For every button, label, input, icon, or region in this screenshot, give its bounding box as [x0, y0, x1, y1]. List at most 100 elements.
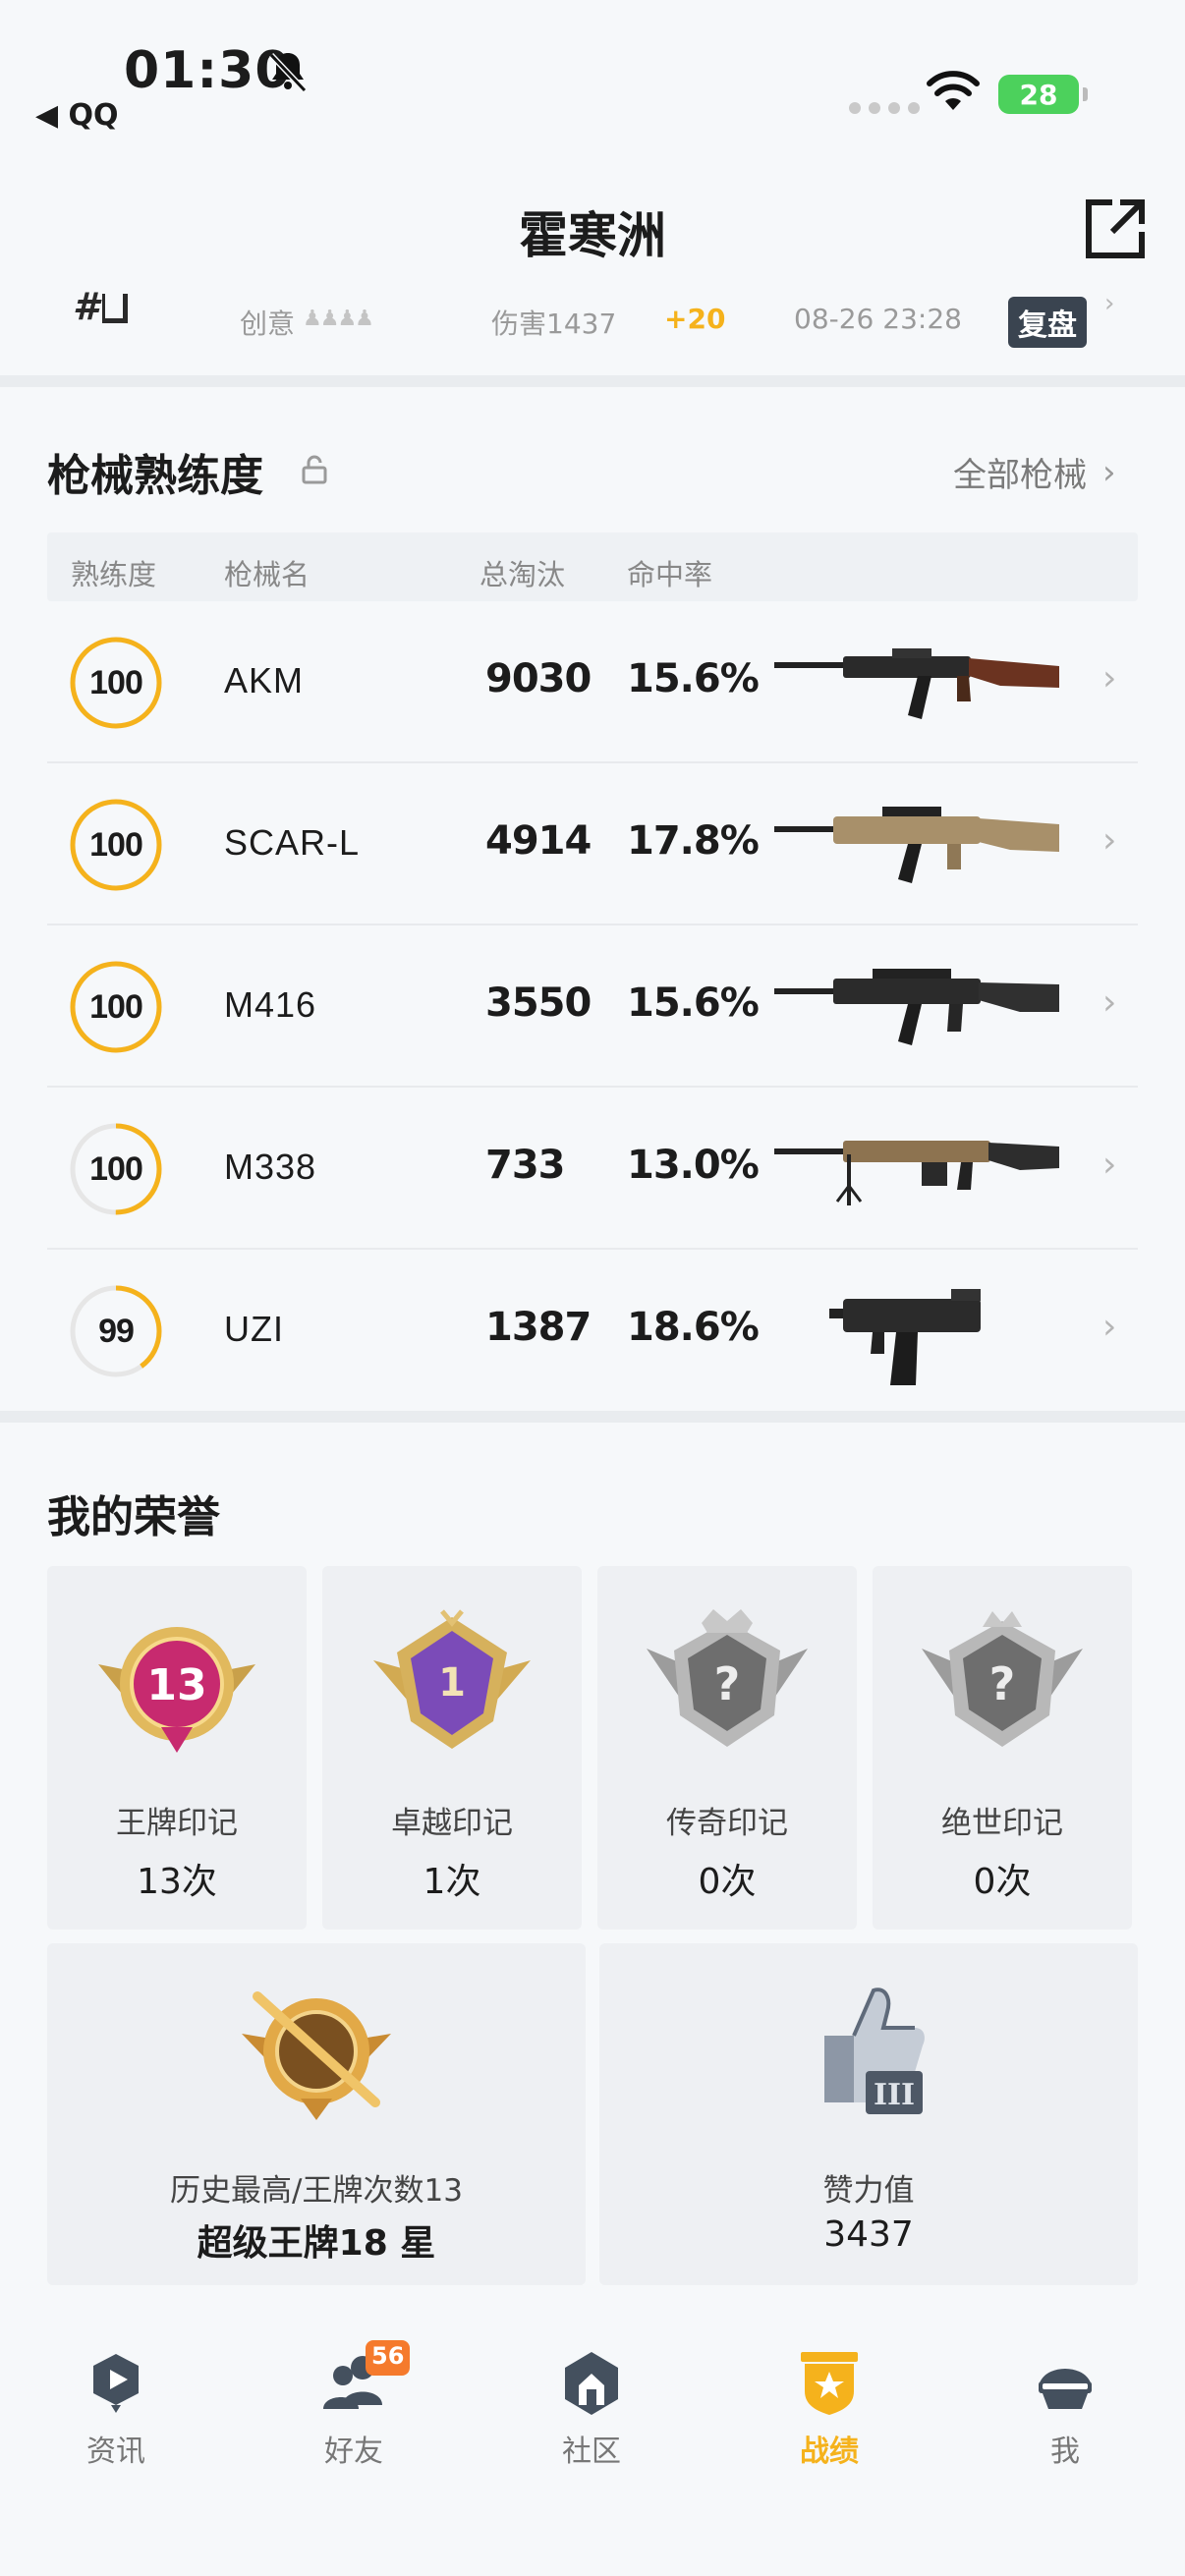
honor-card-legend[interactable]: ? 传奇印记 0次	[597, 1566, 857, 1930]
bell-muted-icon	[268, 52, 308, 93]
bottom-tab-bar: 资讯 好友 56 社区 战绩 我	[0, 2309, 1185, 2576]
tab-stats[interactable]: 战绩	[751, 2348, 908, 2470]
last-match-row[interactable]: # 创意 ♟♟♟♟ 伤害1437 +20 08-26 23:28 复盘 ›	[0, 285, 1185, 354]
stats-icon	[801, 2352, 858, 2415]
mastery-level: 100	[89, 663, 143, 701]
uzi-smg-icon	[829, 1289, 981, 1385]
chevron-right-icon: ›	[1102, 1145, 1117, 1185]
section-divider	[0, 375, 1185, 387]
weapon-row[interactable]: 100 M416 3550 15.6% ›	[47, 925, 1138, 1088]
chevron-right-icon: ›	[1102, 1307, 1117, 1347]
honor-value: 13次	[137, 1862, 217, 1902]
community-icon	[565, 2352, 618, 2415]
weapon-row[interactable]: 100 AKM 9030 15.6% ›	[47, 601, 1138, 763]
tab-label: 好友	[324, 2435, 383, 2469]
honor-card-history-best[interactable]: 历史最高/王牌次数13 超级王牌18 星	[47, 1943, 586, 2285]
weapon-table-header: 熟练度 枪械名 总淘汰 命中率	[47, 532, 1138, 601]
ace-badge-number: 13	[146, 1660, 206, 1710]
profile-helmet-icon	[1039, 2369, 1092, 2409]
tab-label: 我	[1050, 2435, 1080, 2469]
history-best-value: 超级王牌18 星	[197, 2223, 436, 2264]
mastery-level: 100	[89, 1149, 143, 1188]
history-best-label: 历史最高/王牌次数13	[170, 2173, 463, 2209]
legend-badge-text: ?	[714, 1657, 741, 1710]
honor-label: 王牌印记	[116, 1806, 238, 1841]
replay-button[interactable]: 复盘	[1008, 297, 1087, 348]
weapon-name: M338	[224, 1147, 317, 1187]
weapon-kills: 733	[485, 1143, 565, 1188]
page-title: 霍寒洲	[519, 207, 666, 264]
honor-card-peerless[interactable]: ? 绝世印记 0次	[873, 1566, 1132, 1930]
honor-card-likes[interactable]: III 赞力值 3437	[599, 1943, 1138, 2285]
peerless-badge-locked-icon: ?	[922, 1611, 1083, 1747]
weapon-hit-rate: 15.6%	[627, 980, 760, 1026]
honor-value: 1次	[423, 1862, 481, 1902]
honor-value: 0次	[973, 1862, 1032, 1902]
weapon-name: M416	[224, 984, 317, 1025]
tab-news[interactable]: 资讯	[37, 2348, 195, 2470]
team-members-icon: ♟♟♟♟	[303, 307, 374, 331]
tab-label: 资讯	[86, 2435, 145, 2469]
column-weapon-name: 枪械名	[224, 558, 310, 591]
chevron-right-icon: ›	[1102, 982, 1117, 1023]
weapon-kills: 9030	[485, 656, 592, 701]
m416-rifle-icon	[774, 969, 1059, 1045]
news-icon	[93, 2354, 139, 2413]
cellular-signal-icon	[849, 102, 920, 114]
match-mode: 创意	[240, 308, 296, 340]
thumbs-up-badge-icon: III	[824, 1988, 925, 2114]
tab-profile[interactable]: 我	[987, 2348, 1144, 2470]
lock-icon[interactable]	[301, 454, 328, 485]
weapon-row[interactable]: 100 M338 733 13.0% ›	[47, 1088, 1138, 1250]
akm-rifle-icon	[774, 648, 1059, 719]
legend-badge-locked-icon: ?	[647, 1609, 808, 1747]
section-divider	[0, 1411, 1185, 1423]
excellence-badge-icon: 1	[373, 1609, 531, 1749]
wifi-icon	[927, 71, 980, 110]
weapon-kills: 4914	[485, 818, 592, 864]
honor-card-excellence[interactable]: 1 卓越印记 1次	[322, 1566, 582, 1930]
super-ace-badge-icon	[242, 1991, 391, 2120]
column-mastery: 熟练度	[71, 558, 157, 591]
mastery-level: 100	[89, 987, 143, 1026]
back-to-app-link[interactable]: ◀ QQ	[35, 98, 119, 133]
match-rank: #	[73, 285, 129, 328]
weapon-name: SCAR-L	[224, 822, 361, 863]
excellence-badge-number: 1	[438, 1660, 466, 1706]
weapon-kills: 1387	[485, 1305, 592, 1350]
match-damage: 伤害1437	[491, 308, 617, 340]
tab-friends[interactable]: 好友 56	[275, 2340, 432, 2470]
column-hit-rate: 命中率	[627, 558, 713, 591]
honor-label: 绝世印记	[941, 1806, 1063, 1841]
mastery-level: 99	[98, 1312, 135, 1350]
weapon-row[interactable]: 100 SCAR-L 4914 17.8% ›	[47, 763, 1138, 925]
all-weapons-label: 全部枪械	[953, 456, 1087, 495]
match-score-change: +20	[664, 303, 726, 335]
honor-label: 传奇印记	[666, 1806, 788, 1841]
friends-count-badge: 56	[366, 2340, 411, 2376]
match-datetime: 08-26 23:28	[794, 303, 962, 335]
svg-text:III: III	[874, 2078, 915, 2112]
ace-badge-icon: 13	[98, 1627, 255, 1753]
m338-lmg-icon	[774, 1141, 1059, 1205]
peerless-badge-text: ?	[989, 1657, 1016, 1710]
tab-community[interactable]: 社区	[513, 2348, 670, 2470]
honor-label: 卓越印记	[391, 1806, 513, 1841]
status-bar: 01:30 ◀ QQ 28	[0, 0, 1185, 138]
chevron-right-icon: ›	[1104, 289, 1115, 318]
likes-value: 3437	[823, 2214, 914, 2255]
share-icon[interactable]	[1083, 196, 1148, 261]
all-weapons-link[interactable]: 全部枪械 ›	[953, 448, 1116, 496]
chevron-right-icon: ›	[1102, 658, 1117, 699]
chevron-right-icon: ›	[1102, 452, 1116, 492]
scar-rifle-icon	[774, 807, 1059, 883]
weapon-hit-rate: 13.0%	[627, 1143, 760, 1188]
honors-title: 我的荣誉	[47, 1492, 220, 1542]
weapon-row[interactable]: 99 UZI 1387 18.6% ›	[47, 1250, 1138, 1412]
battery-icon: 28	[998, 75, 1088, 114]
weapon-hit-rate: 18.6%	[627, 1305, 760, 1350]
column-kills: 总淘汰	[480, 558, 566, 591]
chevron-right-icon: ›	[1102, 820, 1117, 861]
honor-card-ace[interactable]: 13 王牌印记 13次	[47, 1566, 307, 1930]
likes-label: 赞力值	[822, 2173, 915, 2209]
